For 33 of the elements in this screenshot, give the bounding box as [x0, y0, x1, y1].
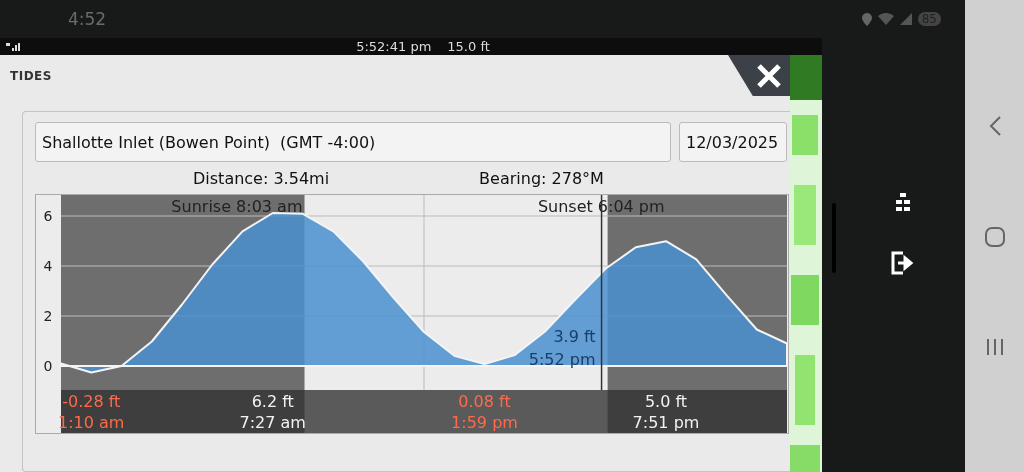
close-button[interactable] — [728, 55, 790, 96]
bearing-label: Bearing: 278°M — [479, 168, 604, 188]
home-icon[interactable] — [983, 226, 1006, 248]
current-height: 3.9 ft — [553, 327, 596, 346]
date-field[interactable]: 12/03/2025 — [679, 122, 787, 162]
exit-icon[interactable] — [890, 251, 915, 275]
tide-height: 0.08 ft — [458, 392, 511, 411]
clock-time: 4:52 — [68, 9, 107, 29]
tide-height: 6.2 ft — [251, 392, 294, 411]
recent-apps-icon[interactable] — [984, 337, 1005, 358]
location-icon — [861, 12, 872, 26]
y-tick-label: 4 — [43, 258, 53, 274]
tide-time: 1:59 pm — [451, 413, 518, 432]
signal-icon — [6, 42, 20, 51]
depth-reading: 15.0 ft — [447, 39, 490, 54]
back-icon[interactable] — [987, 114, 1002, 137]
signal-icon — [899, 13, 912, 25]
sunrise-label: Sunrise 8:03 am — [171, 197, 303, 216]
tide-time: 7:27 am — [239, 413, 306, 432]
current-time-label: 5:52 pm — [528, 350, 596, 369]
tide-time: 7:51 pm — [632, 413, 700, 432]
y-tick-label: 0 — [43, 358, 53, 374]
y-tick-label: 6 — [43, 208, 53, 224]
y-tick-label: 2 — [43, 308, 53, 324]
distance-label: Distance: 3.54mi — [193, 168, 330, 188]
grid-icon[interactable] — [895, 193, 910, 211]
close-icon — [756, 62, 782, 89]
station-field[interactable]: Shallotte Inlet (Bowen Point) (GMT -4:00) — [35, 122, 671, 162]
dialog-title: TIDES — [9, 68, 52, 83]
tide-height: 5.0 ft — [644, 392, 688, 411]
tide-height: -0.28 ft — [62, 392, 121, 411]
wifi-icon — [877, 13, 894, 25]
current-time: 5:52:41 pm — [356, 39, 432, 54]
